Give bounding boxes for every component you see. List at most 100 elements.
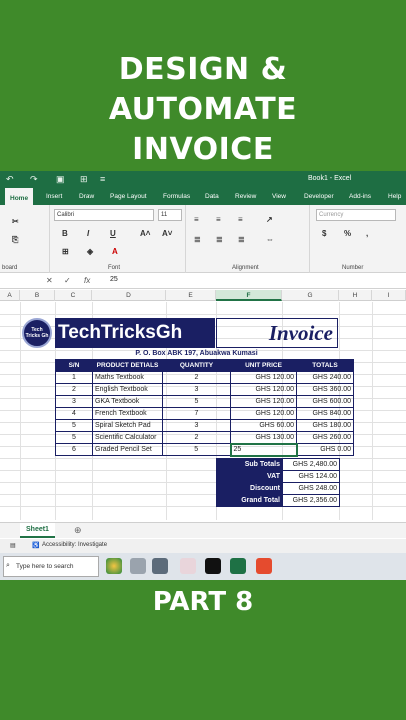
tab-data[interactable]: Data xyxy=(205,188,219,205)
cell-unit-price[interactable]: GHS 120.00 xyxy=(230,383,297,396)
formula-input[interactable]: 25 xyxy=(110,276,118,283)
cell-total[interactable]: GHS 260.00 xyxy=(296,431,354,444)
enter-icon[interactable]: ✓ xyxy=(64,276,71,285)
chrome-icon[interactable] xyxy=(106,558,122,574)
cell-unit-price[interactable]: GHS 60.00 xyxy=(230,419,297,432)
cell-product[interactable]: Spiral Sketch Pad xyxy=(92,419,163,432)
grow-font-icon[interactable]: A˄ xyxy=(140,229,150,238)
cell-product[interactable]: English Textbook xyxy=(92,383,163,396)
task-view-icon[interactable] xyxy=(152,558,168,574)
cell-total[interactable]: GHS 0.00 xyxy=(296,443,354,456)
cell-quantity[interactable]: 5 xyxy=(162,395,231,408)
table-row[interactable]: 5 Spiral Sketch Pad 3 GHS 60.00 GHS 180.… xyxy=(55,419,354,432)
table-row[interactable]: 6 Graded Pencil Set 5 25 GHS 0.00 xyxy=(55,442,354,457)
tiktok-icon[interactable] xyxy=(205,558,221,574)
camtasia-icon[interactable] xyxy=(256,558,272,574)
summary-value[interactable]: GHS 2,356.00 xyxy=(282,494,340,507)
table-row[interactable]: 1 Maths Textbook 2 GHS 120.00 GHS 240.00 xyxy=(55,371,354,384)
cell-quantity[interactable]: 3 xyxy=(162,419,231,432)
add-sheet-icon[interactable]: ⊕ xyxy=(74,525,82,536)
bold-button[interactable]: B xyxy=(62,229,68,238)
currency-button[interactable]: $ xyxy=(322,229,326,238)
save-icon[interactable]: ▣ xyxy=(56,174,65,185)
cell-total[interactable]: GHS 840.00 xyxy=(296,407,354,420)
cell-unit-price[interactable]: GHS 120.00 xyxy=(230,371,297,384)
align-middle-icon[interactable]: ≡ xyxy=(216,215,221,224)
align-bottom-icon[interactable]: ≡ xyxy=(238,215,243,224)
app-icon[interactable] xyxy=(130,558,146,574)
column-header-c[interactable]: C xyxy=(55,290,92,301)
tab-developer[interactable]: Developer xyxy=(304,188,334,205)
shrink-font-icon[interactable]: A˅ xyxy=(162,229,172,238)
column-header-h[interactable]: H xyxy=(339,290,372,301)
table-row[interactable]: 3 GKA Textbook 5 GHS 120.00 GHS 600.00 xyxy=(55,395,354,408)
column-header-g[interactable]: G xyxy=(282,290,339,301)
undo-icon[interactable]: ↶ xyxy=(6,174,14,185)
column-header-a[interactable]: A xyxy=(0,290,20,301)
table-row[interactable]: 4 French Textbook 7 GHS 120.00 GHS 840.0… xyxy=(55,407,354,420)
font-color-icon[interactable]: A xyxy=(112,247,118,256)
align-left-icon[interactable]: ≣ xyxy=(194,235,201,244)
tab-page-layout[interactable]: Page Layout xyxy=(110,188,147,205)
comma-icon[interactable]: , xyxy=(366,229,368,238)
align-center-icon[interactable]: ≣ xyxy=(216,235,223,244)
cell-unit-price[interactable]: GHS 120.00 xyxy=(230,407,297,420)
cell-unit-price[interactable]: GHS 120.00 xyxy=(230,395,297,408)
cell-quantity[interactable]: 5 xyxy=(162,443,231,456)
quick-access-icon[interactable]: ⊞ xyxy=(80,174,88,185)
cell-product[interactable]: Graded Pencil Set xyxy=(92,443,163,456)
fx-icon[interactable]: fx xyxy=(84,276,90,285)
underline-button[interactable]: U xyxy=(110,229,116,238)
copy-icon[interactable]: ⎘ xyxy=(12,235,18,245)
align-right-icon[interactable]: ≣ xyxy=(238,235,245,244)
orientation-icon[interactable]: ↗ xyxy=(266,215,273,224)
tab-draw[interactable]: Draw xyxy=(79,188,94,205)
cell-total[interactable]: GHS 600.00 xyxy=(296,395,354,408)
cell-product[interactable]: French Textbook xyxy=(92,407,163,420)
summary-value[interactable]: GHS 124.00 xyxy=(282,470,340,483)
percent-button[interactable]: % xyxy=(344,229,351,238)
summary-value[interactable]: GHS 2,480.00 xyxy=(282,458,340,471)
tab-help[interactable]: Help xyxy=(388,188,401,205)
cell-sn[interactable]: 5 xyxy=(55,419,93,432)
redo-icon[interactable]: ↷ xyxy=(30,174,38,185)
cell-total[interactable]: GHS 180.00 xyxy=(296,419,354,432)
cell-sn[interactable]: 1 xyxy=(55,371,93,384)
cancel-icon[interactable]: ✕ xyxy=(46,276,53,285)
cut-icon[interactable]: ✂ xyxy=(12,217,19,226)
taskbar-search[interactable]: Type here to search xyxy=(3,556,99,577)
table-row[interactable]: 2 English Textbook 3 GHS 120.00 GHS 360.… xyxy=(55,383,354,396)
customize-icon[interactable]: ≡ xyxy=(100,174,105,184)
cell-total[interactable]: GHS 360.00 xyxy=(296,383,354,396)
cell-sn[interactable]: 3 xyxy=(55,395,93,408)
cell-product[interactable]: GKA Textbook xyxy=(92,395,163,408)
font-size-select[interactable]: 11 xyxy=(158,209,182,221)
accessibility-status[interactable]: Accessibility: Investigate xyxy=(42,542,107,548)
tab-formulas[interactable]: Formulas xyxy=(163,188,190,205)
active-cell-unit-price[interactable]: 25 xyxy=(229,442,298,457)
borders-icon[interactable]: ⊞ xyxy=(62,247,69,256)
column-header-e[interactable]: E xyxy=(166,290,216,301)
cell-quantity[interactable]: 2 xyxy=(162,371,231,384)
cell-sn[interactable]: 6 xyxy=(55,443,93,456)
align-top-icon[interactable]: ≡ xyxy=(194,215,199,224)
column-header-i[interactable]: I xyxy=(372,290,406,301)
column-header-f[interactable]: F xyxy=(216,290,282,301)
paint-icon[interactable] xyxy=(180,558,196,574)
italic-button[interactable]: I xyxy=(87,229,89,238)
fill-color-icon[interactable]: ◈ xyxy=(87,247,93,256)
cell-unit-price[interactable]: GHS 130.00 xyxy=(230,431,297,444)
cell-sn[interactable]: 2 xyxy=(55,383,93,396)
tab-home[interactable]: Home xyxy=(5,188,34,205)
column-header-b[interactable]: B xyxy=(20,290,55,301)
tab-review[interactable]: Review xyxy=(235,188,256,205)
tab-view[interactable]: View xyxy=(272,188,286,205)
cell-quantity[interactable]: 3 xyxy=(162,383,231,396)
cell-product[interactable]: Maths Textbook xyxy=(92,371,163,384)
tab-insert[interactable]: Insert xyxy=(46,188,62,205)
cell-product[interactable]: Scientific Calculator xyxy=(92,431,163,444)
column-header-d[interactable]: D xyxy=(92,290,166,301)
sheet-tab[interactable]: Sheet1 xyxy=(20,523,55,538)
cell-total[interactable]: GHS 240.00 xyxy=(296,371,354,384)
cell-quantity[interactable]: 7 xyxy=(162,407,231,420)
